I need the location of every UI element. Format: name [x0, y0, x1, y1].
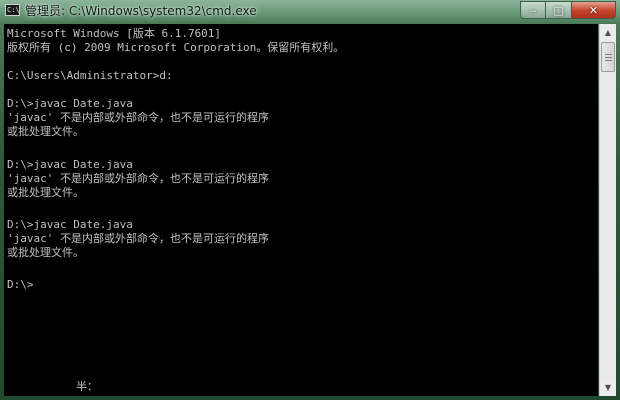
- console-line: D:\>javac Date.java: [7, 97, 133, 110]
- ime-status-indicator: 半：: [76, 380, 98, 393]
- console-line: 或批处理文件。: [7, 246, 84, 259]
- scroll-up-button[interactable]: ▲: [600, 24, 616, 41]
- maximize-button[interactable]: □: [546, 1, 572, 19]
- close-button[interactable]: ✕: [572, 1, 616, 19]
- console-line: D:\>javac Date.java: [7, 218, 133, 231]
- vertical-scrollbar[interactable]: ▲ ▼: [599, 24, 616, 396]
- console-line: 'javac' 不是内部或外部命令，也不是可运行的程序: [7, 232, 269, 245]
- scroll-down-arrow-icon: ▼: [604, 383, 612, 392]
- window-title: 管理员: C:\Windows\system32\cmd.exe: [25, 4, 257, 18]
- cmd-window: C:\ 管理员: C:\Windows\system32\cmd.exe ‒ □…: [0, 0, 620, 400]
- close-icon: ✕: [588, 3, 599, 17]
- console-line: D:\>javac Date.java: [7, 158, 133, 171]
- scroll-up-arrow-icon: ▲: [604, 28, 612, 37]
- console-line: 'javac' 不是内部或外部命令，也不是可运行的程序: [7, 172, 269, 185]
- thumb-grip: [605, 54, 612, 55]
- minimize-button[interactable]: ‒: [520, 1, 546, 19]
- console-line: 版权所有 (c) 2009 Microsoft Corporation。保留所有…: [7, 41, 345, 54]
- minimize-icon: ‒: [529, 3, 537, 17]
- thumb-grip: [605, 57, 612, 58]
- console-line: 或批处理文件。: [7, 186, 84, 199]
- scroll-down-button[interactable]: ▼: [600, 379, 616, 396]
- maximize-icon: □: [553, 3, 564, 17]
- thumb-grip: [605, 60, 612, 61]
- cmd-icon[interactable]: C:\: [5, 4, 20, 16]
- console-line: Microsoft Windows [版本 6.1.7601]: [7, 27, 222, 40]
- scrollbar-thumb[interactable]: [601, 42, 615, 72]
- console-line: C:\Users\Administrator>d:: [7, 69, 173, 82]
- window-controls: ‒ □ ✕: [520, 1, 616, 19]
- title-bar[interactable]: C:\ 管理员: C:\Windows\system32\cmd.exe ‒ □…: [0, 0, 620, 22]
- console-line: 或批处理文件。: [7, 125, 84, 138]
- command-prompt[interactable]: D:\>: [7, 278, 34, 292]
- console-output[interactable]: Microsoft Windows [版本 6.1.7601] 版权所有 (c)…: [4, 24, 598, 396]
- console-line: 'javac' 不是内部或外部命令，也不是可运行的程序: [7, 111, 269, 124]
